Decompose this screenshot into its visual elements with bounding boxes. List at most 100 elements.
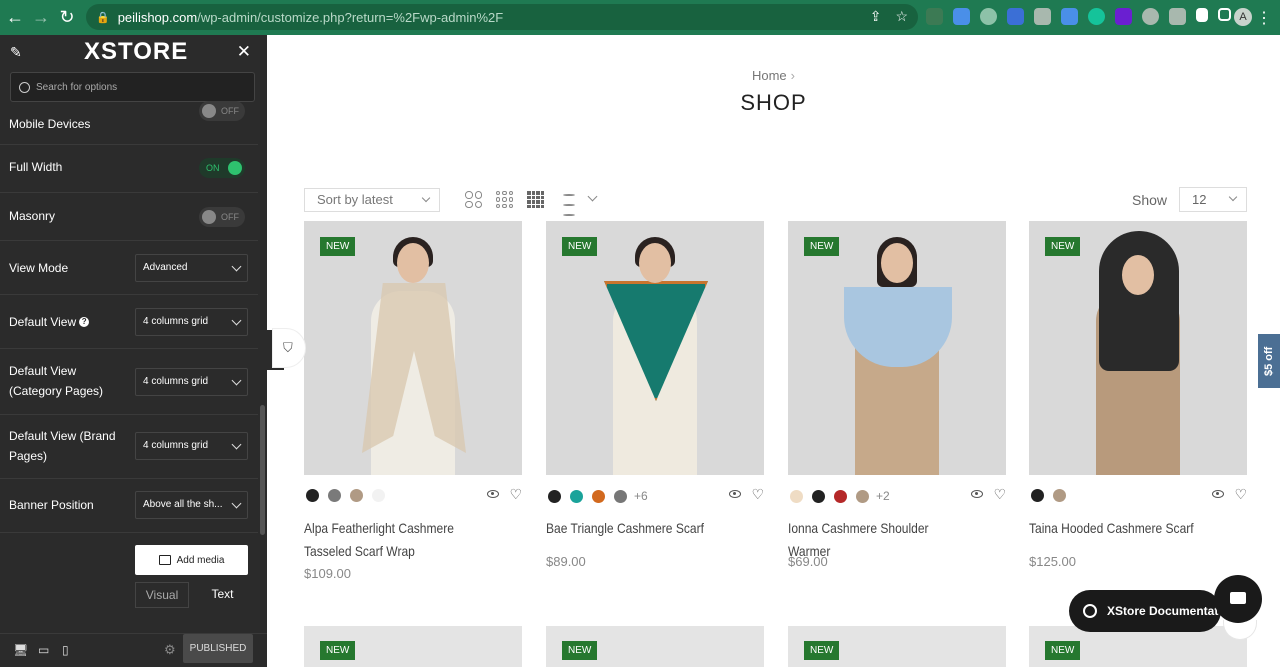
back-icon[interactable]: ← bbox=[2, 5, 28, 31]
wishlist-icon[interactable]: ♡ bbox=[993, 487, 1006, 501]
sort-select[interactable]: Sort by latest bbox=[304, 188, 440, 212]
mobile-icon[interactable]: ▯ bbox=[62, 643, 69, 657]
menu-icon[interactable]: ⋮ bbox=[1256, 8, 1272, 28]
tablet-icon[interactable]: ▭ bbox=[38, 643, 49, 657]
product-card[interactable]: NEW bbox=[1029, 626, 1247, 667]
product-card[interactable]: NEW bbox=[788, 626, 1006, 667]
sidebar-footer: 🖥 ▭ ▯ ⚙ PUBLISHED bbox=[0, 633, 267, 667]
extension-icon[interactable] bbox=[1061, 8, 1078, 25]
option-label: Full Width bbox=[9, 160, 63, 174]
swatch[interactable] bbox=[328, 489, 341, 502]
product-card[interactable]: NEW bbox=[546, 626, 764, 667]
swatch[interactable] bbox=[614, 489, 627, 503]
extension-icon[interactable] bbox=[1115, 8, 1132, 25]
tab-text[interactable]: Text bbox=[197, 582, 248, 608]
category-view-select[interactable]: 4 columns grid bbox=[135, 368, 248, 396]
options-search[interactable] bbox=[10, 72, 255, 102]
breadcrumb-home[interactable]: Home bbox=[752, 68, 787, 83]
grid-3-icon[interactable] bbox=[496, 191, 513, 208]
grammarly-icon[interactable] bbox=[1088, 8, 1105, 25]
help-icon[interactable]: ? bbox=[79, 317, 90, 327]
gear-icon[interactable]: ⚙ bbox=[164, 642, 176, 658]
swatch[interactable] bbox=[548, 489, 561, 503]
extension-icon[interactable] bbox=[926, 8, 943, 25]
extension-icon[interactable] bbox=[1142, 8, 1159, 25]
full-width-toggle[interactable]: ON bbox=[199, 158, 245, 178]
swatch[interactable] bbox=[790, 489, 803, 503]
forward-icon[interactable]: → bbox=[28, 5, 54, 31]
chevron-down-icon bbox=[231, 375, 242, 386]
customizer-sidebar: ✎ XSTORE ✕ Mobile Devices OFF Full Width… bbox=[0, 35, 267, 667]
quick-view-icon[interactable] bbox=[729, 490, 742, 498]
sidepanel-icon[interactable] bbox=[1218, 8, 1231, 21]
star-icon[interactable]: ☆ bbox=[895, 8, 908, 25]
wishlist-icon[interactable]: ♡ bbox=[509, 487, 522, 501]
desktop-icon[interactable]: 🖥 bbox=[13, 643, 28, 657]
quick-view-icon[interactable] bbox=[1212, 490, 1225, 498]
grid-4-icon[interactable] bbox=[527, 191, 544, 208]
swatch[interactable] bbox=[834, 489, 847, 503]
globe-icon[interactable] bbox=[980, 8, 997, 25]
swatch[interactable] bbox=[306, 489, 319, 502]
product-name[interactable]: Bae Triangle Cashmere Scarf bbox=[546, 517, 718, 540]
share-icon[interactable]: ⇪ bbox=[870, 8, 882, 25]
documentation-button[interactable]: XStore Documentat bbox=[1069, 590, 1221, 632]
quick-view-icon[interactable] bbox=[487, 490, 500, 498]
default-view-select[interactable]: 4 columns grid bbox=[135, 308, 248, 336]
product-card[interactable]: NEW ♡ Taina Hooded Cashmere Scarf $125.0… bbox=[1029, 221, 1247, 569]
pin-icon[interactable]: ✎ bbox=[10, 44, 22, 61]
offer-tab[interactable]: $5 off bbox=[1258, 334, 1280, 388]
product-name[interactable]: Taina Hooded Cashmere Scarf bbox=[1029, 517, 1201, 540]
tab-visual[interactable]: Visual bbox=[135, 582, 189, 608]
chevron-down-icon[interactable] bbox=[587, 191, 598, 202]
wishlist-icon[interactable]: ♡ bbox=[1234, 487, 1247, 501]
swatch[interactable] bbox=[592, 489, 605, 503]
puzzle-icon[interactable] bbox=[1196, 8, 1208, 22]
product-image[interactable]: NEW bbox=[304, 221, 522, 475]
quick-view-icon[interactable] bbox=[971, 490, 984, 498]
view-mode-select[interactable]: Advanced bbox=[135, 254, 248, 282]
extension-icon[interactable] bbox=[953, 8, 970, 25]
swatch[interactable] bbox=[1031, 489, 1044, 502]
product-card[interactable]: NEW ♡ Alpa Featherlight Cashmere Tassele… bbox=[304, 221, 522, 581]
swatch[interactable] bbox=[372, 489, 385, 502]
reload-icon[interactable]: ↻ bbox=[54, 5, 80, 31]
product-card[interactable]: NEW bbox=[304, 626, 522, 667]
swatch[interactable] bbox=[856, 489, 869, 503]
product-image[interactable]: NEW bbox=[1029, 221, 1247, 475]
banner-position-select[interactable]: Above all the sh... bbox=[135, 491, 248, 519]
product-image[interactable]: NEW bbox=[788, 221, 1006, 475]
swatch[interactable] bbox=[570, 489, 583, 503]
profile-avatar[interactable]: A bbox=[1234, 8, 1252, 26]
address-bar[interactable]: 🔒 peilishop.com/wp-admin/customize.php?r… bbox=[86, 4, 918, 30]
masonry-toggle[interactable]: OFF bbox=[199, 207, 245, 227]
product-card[interactable]: NEW +2 ♡ Ionna Cashmere Shoulder Warmer … bbox=[788, 221, 1006, 569]
search-icon bbox=[19, 81, 30, 93]
close-icon[interactable]: ✕ bbox=[237, 42, 251, 62]
sidebar-scrollbar[interactable] bbox=[260, 405, 265, 535]
publish-button[interactable]: PUBLISHED bbox=[183, 634, 253, 663]
chat-button[interactable] bbox=[1214, 575, 1262, 623]
translate-icon[interactable] bbox=[1007, 8, 1024, 25]
swatch[interactable] bbox=[1053, 489, 1066, 502]
mobile-devices-toggle[interactable]: OFF bbox=[199, 101, 245, 121]
more-swatches[interactable]: +2 bbox=[876, 489, 890, 503]
product-price: $69.00 bbox=[788, 554, 828, 569]
wishlist-icon[interactable]: ♡ bbox=[751, 487, 764, 501]
list-view-icon[interactable] bbox=[558, 191, 575, 216]
product-card[interactable]: NEW +6 ♡ Bae Triangle Cashmere Scarf $89… bbox=[546, 221, 764, 569]
swatch[interactable] bbox=[812, 489, 825, 503]
option-default-view: Default View? 4 columns grid bbox=[0, 295, 258, 349]
search-input[interactable] bbox=[36, 81, 236, 93]
product-image[interactable]: NEW bbox=[546, 221, 764, 475]
per-page-select[interactable]: 12 bbox=[1179, 187, 1247, 212]
camera-icon[interactable] bbox=[1034, 8, 1051, 25]
product-price: $125.00 bbox=[1029, 554, 1076, 569]
more-swatches[interactable]: +6 bbox=[634, 489, 648, 503]
brand-view-select[interactable]: 4 columns grid bbox=[135, 432, 248, 460]
grid-2-icon[interactable] bbox=[465, 191, 482, 208]
product-name[interactable]: Alpa Featherlight Cashmere Tasseled Scar… bbox=[304, 517, 476, 563]
extension-icon[interactable] bbox=[1169, 8, 1186, 25]
add-media-button[interactable]: Add media bbox=[135, 545, 248, 575]
swatch[interactable] bbox=[350, 489, 363, 502]
